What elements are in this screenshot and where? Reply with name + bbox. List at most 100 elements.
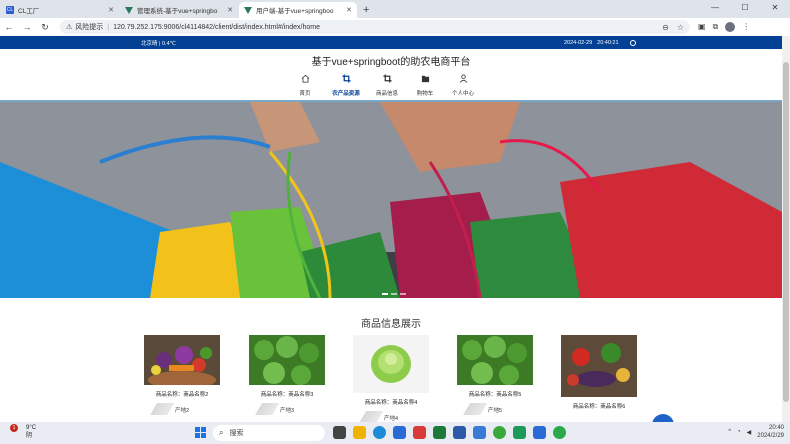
store-icon[interactable] — [393, 426, 406, 439]
product-grid: 商品名称：商品名称2 产地2 商品名称：商品名称3 产地3 商品名称：商品名称4… — [0, 329, 782, 422]
nav-label: 首页 — [299, 91, 311, 97]
weather-text: 北京晴 | 0.4℃ — [141, 40, 176, 47]
product-origin: 产地4 — [353, 411, 429, 422]
close-icon[interactable]: ✕ — [108, 6, 114, 14]
product-image[interactable] — [249, 335, 325, 385]
scrollbar-thumb[interactable] — [783, 62, 789, 402]
product-image[interactable] — [457, 335, 533, 385]
app-icon[interactable] — [473, 426, 486, 439]
weather-condition: 阴 — [26, 433, 33, 439]
product-origin: 产地5 — [457, 403, 533, 415]
carousel-dot[interactable] — [382, 293, 388, 295]
browser-tab-1[interactable]: 管理系统-基于vue+springbo ✕ — [120, 2, 238, 18]
product-card[interactable]: 商品名称：商品名称2 产地2 — [144, 335, 220, 415]
warning-icon[interactable]: ⚠ — [66, 23, 72, 31]
volume-icon[interactable]: ◀ — [747, 429, 752, 436]
url-input[interactable]: ⚠ 风险提示 | 120.79.252.175:9006/cl4114842/c… — [60, 20, 690, 34]
time-text: 20:40:21 — [597, 39, 619, 46]
banner-image — [0, 102, 782, 298]
taskbar-apps — [333, 426, 566, 439]
minimize-button[interactable]: — — [700, 0, 730, 16]
file-explorer-icon[interactable] — [353, 426, 366, 439]
taskbar: 1 9°C 阴 ⌕ 搜索 ^ ◔ ◀ 20:40 2024/2/29 — [0, 422, 790, 444]
edge-icon[interactable] — [373, 426, 386, 439]
url-text[interactable]: 120.79.252.175:9006/cl4114842/client/dis… — [113, 24, 320, 31]
nav-label: 个人中心 — [451, 91, 474, 97]
product-card[interactable]: 商品名称：商品名称4 产地4 — [353, 335, 429, 422]
user-icon — [459, 74, 467, 83]
security-label[interactable]: 风险提示 — [75, 22, 103, 32]
product-card[interactable]: 商品名称：商品名称6 — [561, 335, 637, 410]
vue-favicon-icon — [244, 6, 252, 14]
tab-label: 用户端-基于vue+springboo — [256, 8, 334, 15]
carousel-dot[interactable] — [391, 293, 397, 295]
folder-icon — [421, 75, 429, 83]
carousel-banner[interactable] — [0, 102, 782, 298]
nav-label: 商品信息 — [375, 91, 398, 97]
product-name: 商品名称：商品名称2 — [155, 392, 209, 398]
reload-icon[interactable]: ↻ — [36, 22, 54, 33]
product-image[interactable] — [561, 335, 637, 397]
browser-tab-strip: CL CL工厂 ✕ 管理系统-基于vue+springbo ✕ 用户端-基于vu… — [0, 0, 790, 18]
close-window-button[interactable]: ✕ — [760, 0, 790, 16]
taskbar-weather[interactable]: 1 9°C 阴 — [10, 424, 36, 440]
carousel-dot[interactable] — [400, 293, 406, 295]
forward-icon[interactable]: → — [18, 22, 36, 32]
taskbar-clock[interactable]: 20:40 2024/2/29 — [757, 424, 784, 440]
nav-label: 农产品资源 — [332, 91, 360, 97]
nav-item-home[interactable]: 首页 — [293, 74, 317, 97]
profile-avatar[interactable] — [725, 22, 736, 32]
task-view-icon[interactable] — [333, 426, 346, 439]
bookmark-star-icon[interactable]: ☆ — [677, 23, 684, 32]
maximize-button[interactable]: ☐ — [730, 0, 760, 16]
product-image[interactable] — [144, 335, 220, 385]
window-controls: — ☐ ✕ — [700, 0, 790, 16]
crop-icon — [382, 74, 392, 83]
cl-favicon-icon: CL — [6, 6, 14, 14]
crop-icon — [341, 74, 351, 83]
product-name: 商品名称：商品名称5 — [468, 392, 522, 398]
tab-label: CL工厂 — [18, 8, 40, 15]
product-origin: 产地2 — [144, 403, 220, 415]
close-icon[interactable]: ✕ — [227, 6, 233, 14]
close-icon[interactable]: ✕ — [346, 6, 352, 14]
page-scrollbar[interactable] — [782, 36, 790, 422]
collections-icon[interactable]: ⧉ — [713, 22, 719, 32]
address-bar: ← → ↻ ⚠ 风险提示 | 120.79.252.175:9006/cl411… — [0, 18, 790, 36]
product-origin: 产地3 — [249, 403, 325, 415]
taskbar-search[interactable]: ⌕ 搜索 — [213, 425, 325, 441]
windows-start-icon[interactable] — [195, 427, 206, 438]
app-icon[interactable] — [413, 426, 426, 439]
clock-date: 2024/2/29 — [757, 433, 784, 439]
vue-favicon-icon — [125, 6, 133, 14]
product-card[interactable]: 商品名称：商品名称3 产地3 — [249, 335, 325, 415]
nav-item-profile[interactable]: 个人中心 — [451, 74, 475, 97]
datetime-text: 2024-02-29 20:40:21 — [564, 40, 619, 46]
nav-item-goods[interactable]: 商品信息 — [375, 74, 399, 97]
excel-icon[interactable] — [433, 426, 446, 439]
wechat-icon[interactable] — [553, 426, 566, 439]
menu-icon[interactable]: ⋮ — [742, 22, 750, 32]
browser-tab-0[interactable]: CL CL工厂 ✕ — [1, 2, 119, 18]
app-icon[interactable] — [513, 426, 526, 439]
app-icon[interactable] — [533, 426, 546, 439]
chevron-up-icon[interactable]: ^ — [728, 429, 731, 435]
sidebar-icon[interactable]: ▣ — [698, 22, 706, 32]
app-icon[interactable] — [493, 426, 506, 439]
new-tab-button[interactable]: + — [357, 4, 375, 18]
date-text: 2024-02-29 — [564, 39, 593, 46]
product-card[interactable]: 商品名称：商品名称5 产地5 — [457, 335, 533, 415]
nav-item-produce[interactable]: 农产品资源 — [331, 74, 361, 97]
zoom-icon[interactable]: ⊖ — [662, 23, 669, 32]
product-image[interactable] — [353, 335, 429, 393]
browser-tab-2[interactable]: 用户端-基于vue+springboo ✕ — [239, 2, 357, 18]
nav-item-cart[interactable]: 购物车 — [413, 74, 437, 97]
clock-time: 20:40 — [768, 425, 784, 431]
word-icon[interactable] — [453, 426, 466, 439]
product-name: 商品名称：商品名称4 — [364, 400, 418, 406]
info-bar: 北京晴 | 0.4℃ 2024-02-29 20:40:21 — [0, 36, 782, 49]
carousel-indicators — [382, 293, 406, 295]
network-icon[interactable]: ◔ — [737, 429, 741, 435]
back-icon[interactable]: ← — [0, 22, 18, 32]
system-tray: ^ ◔ ◀ 20:40 2024/2/29 — [728, 424, 784, 440]
